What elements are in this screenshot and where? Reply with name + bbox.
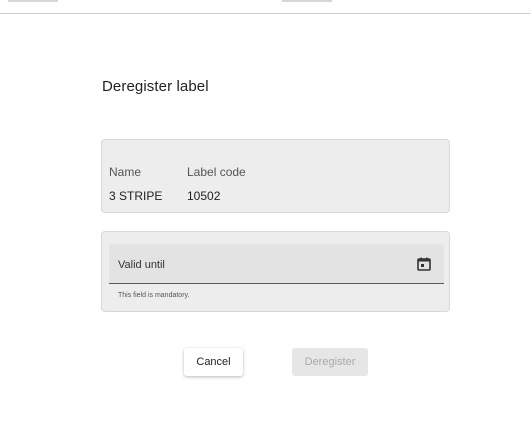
name-header: Name [109, 165, 142, 179]
valid-until-input[interactable]: Valid until [109, 244, 444, 284]
background-page-edge [0, 0, 531, 14]
label-info-card: Name Label code 3 STRIPE 10502 [101, 139, 450, 213]
mandatory-hint: This field is mandatory. [118, 292, 190, 299]
label-code-header: Label code [187, 165, 246, 179]
valid-until-label: Valid until [118, 259, 165, 271]
background-text-fragment [282, 0, 332, 2]
label-code-value: 10502 [187, 189, 221, 203]
name-value: 3 STRIPE [109, 189, 163, 203]
valid-until-card: Valid until This field is mandatory. [101, 231, 450, 312]
background-text-fragment [8, 0, 58, 2]
dialog-title: Deregister label [102, 78, 209, 95]
deregister-button[interactable]: Deregister [292, 348, 368, 376]
calendar-icon[interactable] [417, 257, 431, 271]
cancel-button[interactable]: Cancel [184, 348, 243, 376]
